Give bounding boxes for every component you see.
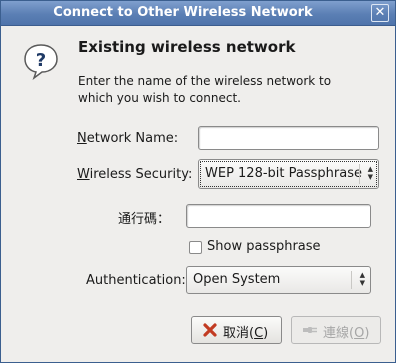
cancel-x-icon [203,323,217,337]
connect-plug-icon [303,327,317,333]
dialog-window: Connect to Other Wireless Network ✕ ? Ex… [0,0,396,363]
show-passphrase-checkbox[interactable] [189,241,202,254]
dialog-heading: Existing wireless network [78,38,296,56]
cancel-button[interactable]: 取消(C) [191,316,282,344]
combo-arrows-icon: ▲ ▼ [359,271,365,287]
wireless-security-label: Wireless Security: [77,167,193,182]
authentication-label: Authentication: [86,273,186,288]
network-name-label: Network Name: [77,131,179,146]
question-bubble-icon: ? [24,44,58,80]
dialog-description: Enter the name of the wireless network t… [78,74,332,105]
wireless-security-combo[interactable]: WEP 128-bit Passphrase ▲ ▼ [198,159,379,189]
title-bar[interactable]: Connect to Other Wireless Network ✕ [1,1,395,26]
close-button[interactable]: ✕ [371,4,389,22]
authentication-value: Open System [193,272,281,287]
window-title: Connect to Other Wireless Network [53,5,313,20]
wireless-security-value: WEP 128-bit Passphrase [205,166,362,181]
network-name-input[interactable] [198,126,379,150]
combo-arrows-icon: ▲ ▼ [367,165,373,181]
passphrase-input[interactable] [186,204,371,228]
connect-button[interactable]: 連線(O) [291,316,381,344]
close-icon: ✕ [374,5,386,20]
svg-text:?: ? [36,50,46,71]
connect-button-label: 連線(O) [323,326,370,341]
passphrase-label: 通行碼： [118,212,171,227]
authentication-combo[interactable]: Open System ▲ ▼ [186,266,371,294]
show-passphrase-label: Show passphrase [207,239,321,254]
cancel-button-label: 取消(C) [223,326,269,341]
